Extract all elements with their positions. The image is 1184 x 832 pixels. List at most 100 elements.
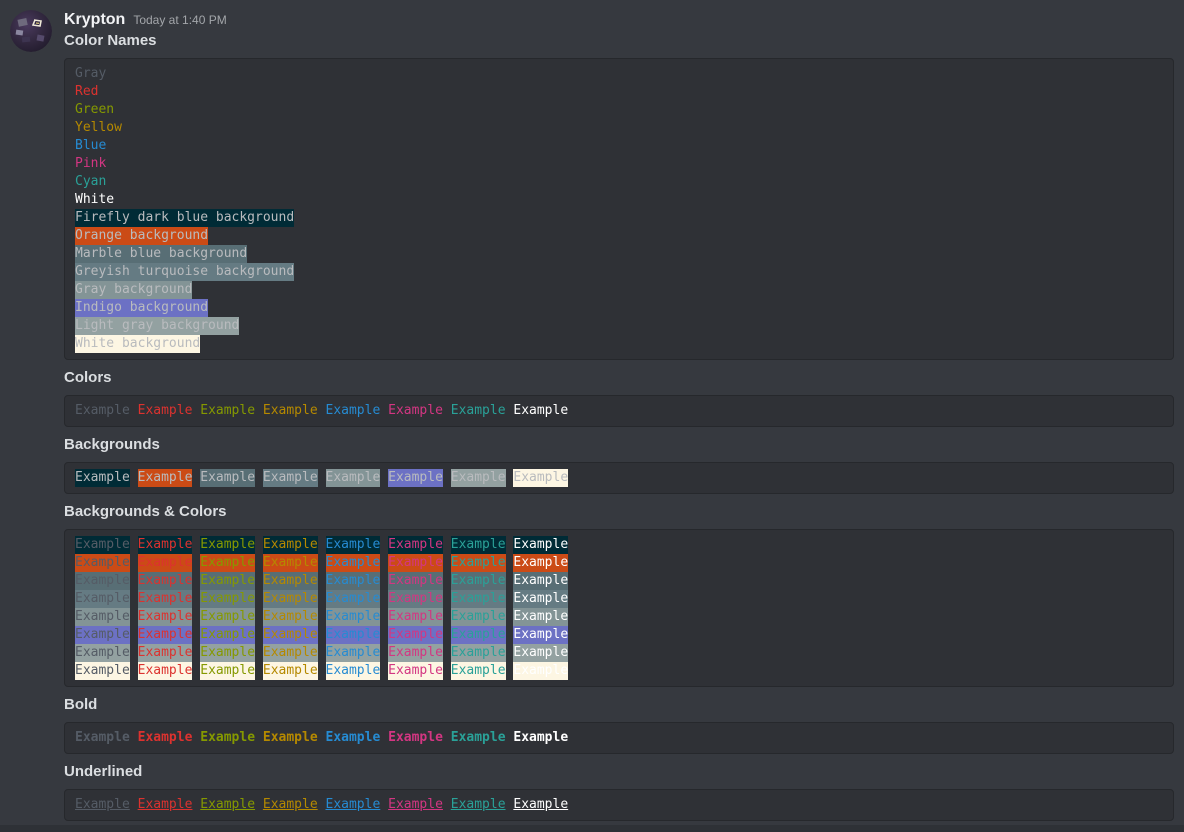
chat-message: Krypton Today at 1:40 PM Color Names Gra…	[64, 0, 1174, 821]
example-bold-green: Example	[200, 729, 255, 747]
example-bg-greyish-turquoise: Example	[263, 469, 318, 487]
section-title-backgrounds-colors: Backgrounds & Colors	[64, 503, 1174, 521]
example-white-on-greyish-turquoise: Example	[513, 590, 568, 608]
section-title-color-names: Color Names	[64, 32, 1174, 50]
code-block-color-names: GrayRedGreenYellowBluePinkCyanWhiteFiref…	[64, 58, 1174, 360]
example-pink-on-firefly-dark-blue: Example	[388, 536, 443, 554]
example-white-on-white: Example	[513, 662, 568, 680]
example-blue-on-light-gray: Example	[326, 644, 381, 662]
example-bg-white: Example	[513, 469, 568, 487]
example-fg-white: Example	[513, 402, 568, 420]
example-pink-on-indigo: Example	[388, 626, 443, 644]
example-gray-on-marble-blue: Example	[75, 572, 130, 590]
example-fg-red: Example	[138, 402, 193, 420]
color-name-yellow: Yellow	[75, 119, 122, 137]
example-pink-on-greyish-turquoise: Example	[388, 590, 443, 608]
example-green-on-gray: Example	[200, 608, 255, 626]
example-red-on-gray: Example	[138, 608, 193, 626]
example-yellow-on-gray: Example	[263, 608, 318, 626]
example-green-on-indigo: Example	[200, 626, 255, 644]
ansi-line: Marble blue background	[75, 245, 1163, 263]
code-block-backgrounds: Example Example Example Example Example …	[64, 462, 1174, 494]
example-gray-on-white: Example	[75, 662, 130, 680]
background-name-gray: Gray background	[75, 281, 192, 299]
example-underlined-cyan: Example	[451, 796, 506, 814]
example-green-on-light-gray: Example	[200, 644, 255, 662]
example-underlined-blue: Example	[326, 796, 381, 814]
username[interactable]: Krypton	[64, 11, 125, 29]
ansi-line: White	[75, 191, 1163, 209]
example-bold-yellow: Example	[263, 729, 318, 747]
example-pink-on-orange: Example	[388, 554, 443, 572]
example-bg-indigo: Example	[388, 469, 443, 487]
example-fg-cyan: Example	[451, 402, 506, 420]
code-block-underlined: Example Example Example Example Example …	[64, 789, 1174, 821]
example-blue-on-marble-blue: Example	[326, 572, 381, 590]
ansi-line: Example Example Example Example Example …	[75, 402, 1163, 420]
example-yellow-on-orange: Example	[263, 554, 318, 572]
example-blue-on-greyish-turquoise: Example	[326, 590, 381, 608]
ansi-line: Greyish turquoise background	[75, 263, 1163, 281]
example-bold-blue: Example	[326, 729, 381, 747]
ansi-line: Light gray background	[75, 317, 1163, 335]
ansi-line: Yellow	[75, 119, 1163, 137]
example-red-on-indigo: Example	[138, 626, 193, 644]
example-cyan-on-greyish-turquoise: Example	[451, 590, 506, 608]
example-pink-on-white: Example	[388, 662, 443, 680]
example-bg-firefly-dark-blue: Example	[75, 469, 130, 487]
example-pink-on-marble-blue: Example	[388, 572, 443, 590]
color-name-pink: Pink	[75, 155, 106, 173]
example-gray-on-greyish-turquoise: Example	[75, 590, 130, 608]
example-bold-gray: Example	[75, 729, 130, 747]
ansi-line: Example Example Example Example Example …	[75, 536, 1163, 554]
ansi-line: Blue	[75, 137, 1163, 155]
example-cyan-on-light-gray: Example	[451, 644, 506, 662]
message-timestamp: Today at 1:40 PM	[133, 13, 226, 27]
example-bg-marble-blue: Example	[200, 469, 255, 487]
example-bold-cyan: Example	[451, 729, 506, 747]
example-green-on-marble-blue: Example	[200, 572, 255, 590]
example-cyan-on-orange: Example	[451, 554, 506, 572]
example-green-on-white: Example	[200, 662, 255, 680]
example-red-on-white: Example	[138, 662, 193, 680]
ansi-line: Example Example Example Example Example …	[75, 554, 1163, 572]
example-pink-on-gray: Example	[388, 608, 443, 626]
example-red-on-orange: Example	[138, 554, 193, 572]
example-gray-on-indigo: Example	[75, 626, 130, 644]
code-block-bold: Example Example Example Example Example …	[64, 722, 1174, 754]
color-name-cyan: Cyan	[75, 173, 106, 191]
code-block-colors: Example Example Example Example Example …	[64, 395, 1174, 427]
example-yellow-on-light-gray: Example	[263, 644, 318, 662]
example-white-on-gray: Example	[513, 608, 568, 626]
example-gray-on-orange: Example	[75, 554, 130, 572]
example-green-on-greyish-turquoise: Example	[200, 590, 255, 608]
example-yellow-on-white: Example	[263, 662, 318, 680]
example-red-on-greyish-turquoise: Example	[138, 590, 193, 608]
example-bg-gray: Example	[326, 469, 381, 487]
section-title-backgrounds: Backgrounds	[64, 436, 1174, 454]
background-name-indigo: Indigo background	[75, 299, 208, 317]
background-name-light-gray: Light gray background	[75, 317, 239, 335]
example-cyan-on-indigo: Example	[451, 626, 506, 644]
example-fg-pink: Example	[388, 402, 443, 420]
color-name-red: Red	[75, 83, 98, 101]
example-yellow-on-indigo: Example	[263, 626, 318, 644]
ansi-line: Gray	[75, 65, 1163, 83]
example-blue-on-white: Example	[326, 662, 381, 680]
example-blue-on-firefly-dark-blue: Example	[326, 536, 381, 554]
ansi-line: Example Example Example Example Example …	[75, 572, 1163, 590]
ansi-line: Cyan	[75, 173, 1163, 191]
code-block-backgrounds-colors: Example Example Example Example Example …	[64, 529, 1174, 687]
avatar-image	[10, 10, 52, 52]
color-name-blue: Blue	[75, 137, 106, 155]
example-bold-pink: Example	[388, 729, 443, 747]
example-fg-green: Example	[200, 402, 255, 420]
example-red-on-firefly-dark-blue: Example	[138, 536, 193, 554]
user-avatar[interactable]	[10, 10, 52, 52]
example-underlined-red: Example	[138, 796, 193, 814]
example-white-on-light-gray: Example	[513, 644, 568, 662]
ansi-line: Firefly dark blue background	[75, 209, 1163, 227]
background-name-greyish-turquoise: Greyish turquoise background	[75, 263, 294, 281]
chat-input-area-edge	[0, 825, 1184, 832]
example-underlined-green: Example	[200, 796, 255, 814]
